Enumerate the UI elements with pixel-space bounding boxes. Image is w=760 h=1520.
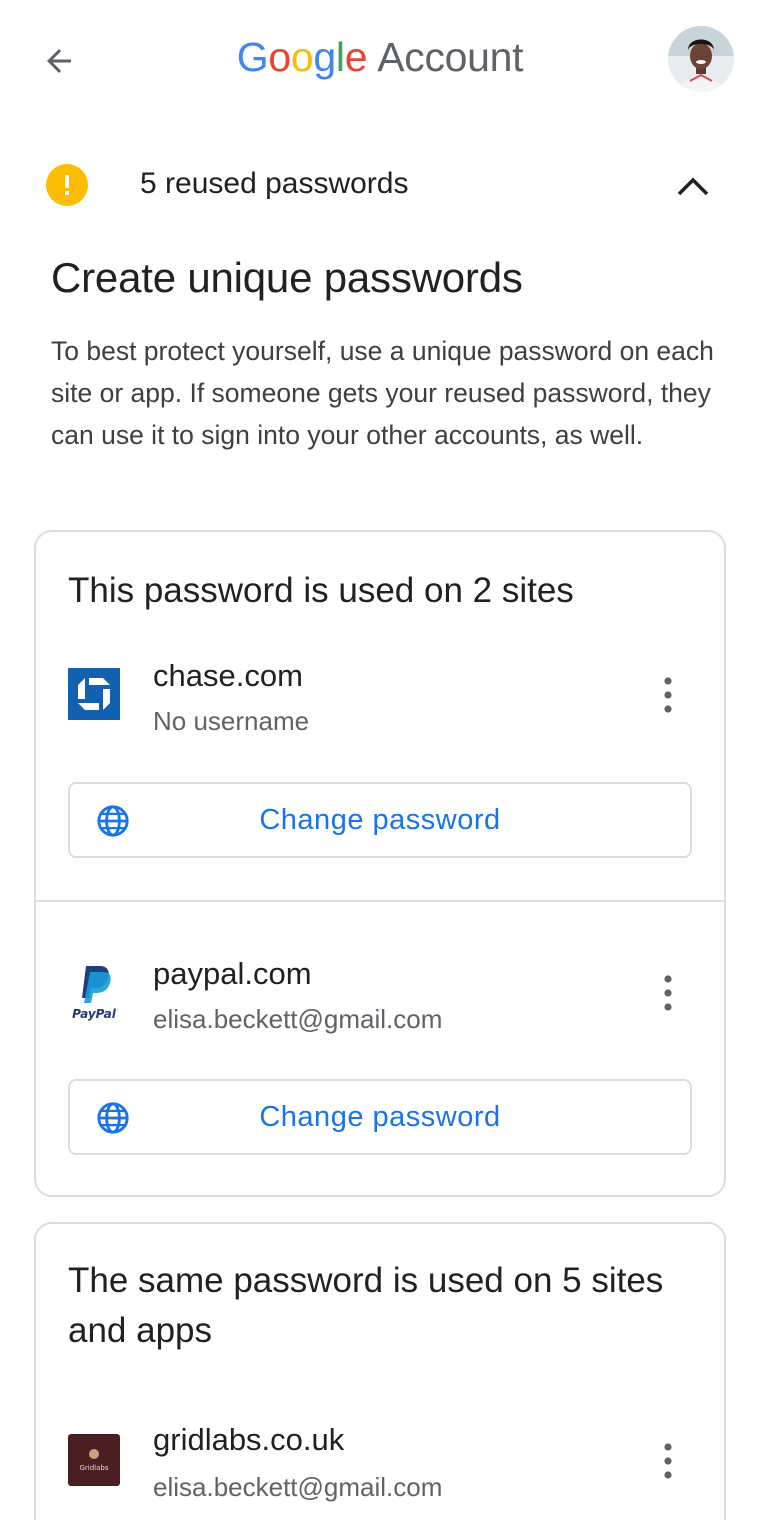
wordmark-letter: o — [290, 34, 314, 80]
password-group-card: The same password is used on 5 sites and… — [34, 1222, 726, 1520]
group-title: This password is used on 2 sites — [68, 571, 574, 610]
more-vert-icon — [664, 1443, 672, 1479]
top-app-bar: Google Account — [0, 0, 760, 118]
gridlabs-logo: Gridlabs — [68, 1434, 120, 1486]
group-title: The same password is used on 5 sites and… — [68, 1261, 664, 1350]
reused-passwords-count: 5 reused passwords — [140, 167, 409, 200]
change-password-button[interactable]: Change password — [68, 1079, 692, 1155]
site-username: elisa.beckett@gmail.com — [153, 1004, 443, 1034]
collapse-button[interactable] — [670, 166, 716, 206]
page-description: To best protect yourself, use a unique p… — [51, 336, 714, 450]
google-wordmark: Google — [236, 34, 368, 80]
avatar-image — [668, 26, 734, 92]
paypal-logo: PayPal — [64, 962, 124, 1022]
exclamation-icon — [46, 164, 88, 206]
site-username: No username — [153, 706, 310, 736]
svg-text:PayPal: PayPal — [72, 1007, 117, 1021]
user-avatar[interactable] — [668, 26, 734, 92]
wordmark-letter: o — [268, 34, 291, 80]
change-password-label: Change password — [259, 804, 501, 836]
page-title: Create unique passwords — [51, 254, 523, 301]
site-name: gridlabs.co.uk — [153, 1422, 345, 1457]
password-group-card: This password is used on 2 sites chase.c… — [34, 530, 726, 1197]
google-account-logo: Google Account — [0, 34, 760, 81]
site-username: elisa.beckett@gmail.com — [153, 1472, 443, 1502]
divider — [36, 900, 724, 902]
site-row-paypal: PayPal paypal.com elisa.beckett@gmail.co… — [36, 948, 724, 1034]
chevron-up-icon — [677, 177, 709, 196]
more-vert-icon — [664, 975, 672, 1011]
site-name: paypal.com — [153, 956, 312, 991]
wordmark-letter: e — [344, 34, 368, 80]
account-label: Account — [377, 34, 524, 80]
wordmark-letter: l — [335, 34, 345, 80]
site-row-gridlabs: Gridlabs gridlabs.co.uk elisa.beckett@gm… — [36, 1420, 724, 1502]
more-options-button[interactable] — [648, 670, 688, 720]
svg-text:Gridlabs: Gridlabs — [79, 1464, 108, 1472]
reused-passwords-header[interactable]: 5 reused passwords — [0, 150, 760, 220]
chase-logo — [68, 668, 120, 720]
wordmark-letter: G — [236, 34, 269, 80]
more-options-button[interactable] — [648, 1436, 688, 1486]
more-options-button[interactable] — [648, 968, 688, 1018]
more-vert-icon — [664, 677, 672, 713]
change-password-button[interactable]: Change password — [68, 782, 692, 858]
site-name: chase.com — [153, 658, 303, 693]
wordmark-letter: g — [313, 34, 336, 80]
change-password-label: Change password — [259, 1101, 501, 1133]
site-row-chase: chase.com No username — [36, 650, 724, 736]
